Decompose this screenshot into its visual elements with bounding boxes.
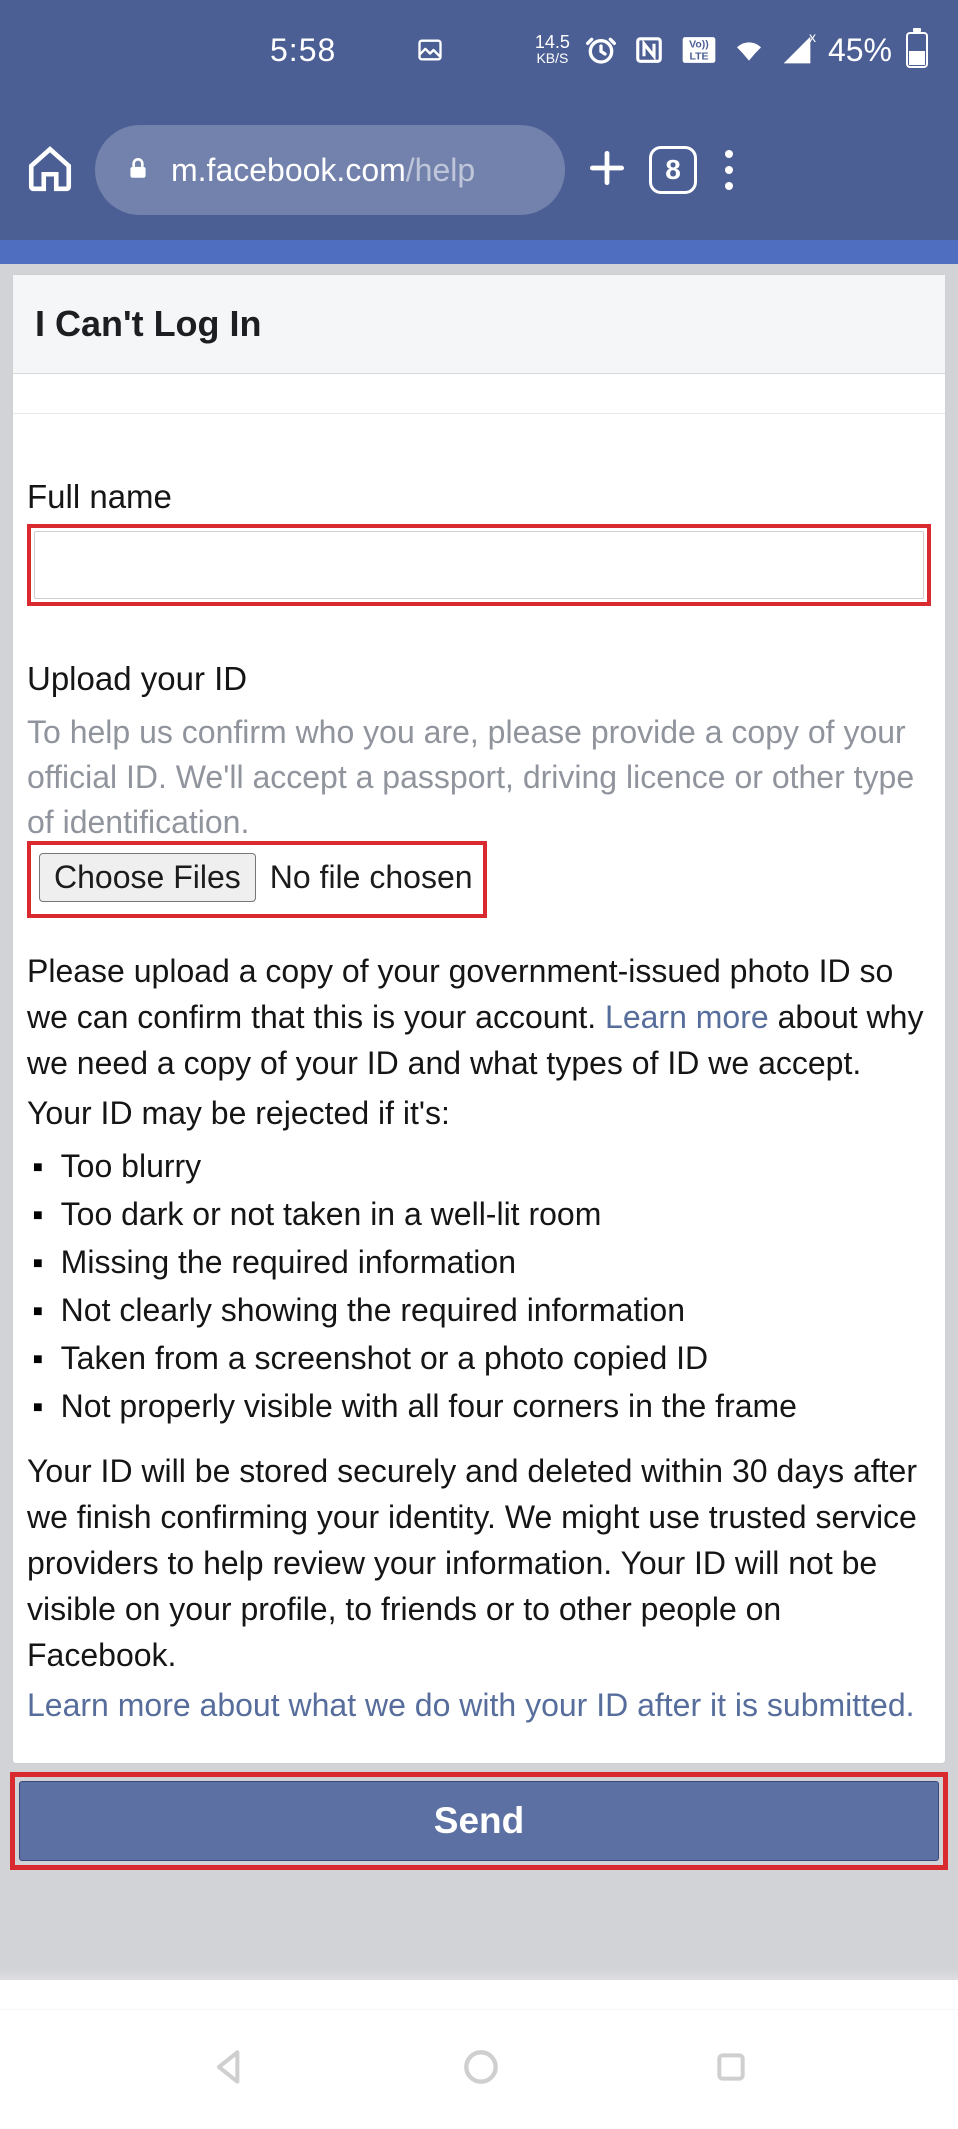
url-bar[interactable]: m.facebook.com/help xyxy=(95,125,565,215)
send-button[interactable]: Send xyxy=(19,1781,939,1861)
file-upload-highlight: Choose Files No file chosen xyxy=(27,841,487,918)
lock-icon xyxy=(125,152,151,189)
browser-toolbar: m.facebook.com/help 8 xyxy=(0,100,958,240)
list-item: Too dark or not taken in a well-lit room xyxy=(33,1190,931,1238)
menu-icon[interactable] xyxy=(717,150,741,190)
page-title: I Can't Log In xyxy=(13,275,945,374)
brand-strip xyxy=(0,240,958,264)
recents-icon[interactable] xyxy=(711,2047,751,2092)
full-name-label: Full name xyxy=(27,474,931,520)
url-text: m.facebook.com/help xyxy=(171,152,475,189)
send-highlight: Send xyxy=(10,1772,948,1870)
full-name-input[interactable] xyxy=(34,531,924,599)
home-icon[interactable] xyxy=(25,143,75,198)
home-nav-icon[interactable] xyxy=(459,2045,503,2094)
svg-text:LTE: LTE xyxy=(689,50,708,62)
network-speed: 14.5 KB/S xyxy=(535,34,570,66)
battery-percent: 45% xyxy=(828,32,892,69)
battery-icon xyxy=(906,32,928,68)
svg-text:Vo)): Vo)) xyxy=(689,39,709,51)
new-tab-icon[interactable] xyxy=(585,146,629,195)
list-item: Missing the required information xyxy=(33,1238,931,1286)
learn-more-link-2[interactable]: Learn more about what we do with your ID… xyxy=(27,1682,931,1728)
back-icon[interactable] xyxy=(208,2045,252,2094)
rejected-intro: Your ID may be rejected if it's: xyxy=(27,1090,931,1136)
signal-icon: x xyxy=(780,33,814,67)
storage-paragraph: Your ID will be stored securely and dele… xyxy=(27,1448,931,1678)
wifi-icon xyxy=(732,33,766,67)
full-name-highlight xyxy=(27,524,931,606)
list-item: Too blurry xyxy=(33,1142,931,1190)
list-item: Taken from a screenshot or a photo copie… xyxy=(33,1334,931,1382)
below-content xyxy=(0,1890,958,1980)
list-item: Not clearly showing the required informa… xyxy=(33,1286,931,1334)
alarm-icon xyxy=(584,33,618,67)
picture-icon xyxy=(413,33,447,67)
nfc-icon xyxy=(632,33,666,67)
upload-id-label: Upload your ID xyxy=(27,656,931,702)
android-nav-bar xyxy=(0,2009,958,2129)
upload-help-text: To help us confirm who you are, please p… xyxy=(27,710,931,844)
rejection-list: Too blurry Too dark or not taken in a we… xyxy=(27,1142,931,1430)
list-item: Not properly visible with all four corne… xyxy=(33,1382,931,1430)
tab-switcher[interactable]: 8 xyxy=(649,146,697,194)
learn-more-link-1[interactable]: Learn more xyxy=(605,999,769,1035)
file-status-text: No file chosen xyxy=(270,855,473,900)
form-card: I Can't Log In Full name Upload your ID … xyxy=(12,274,946,1764)
volte-icon: Vo))LTE xyxy=(680,33,718,67)
clock-time: 5:58 xyxy=(270,32,336,69)
instructions-paragraph: Please upload a copy of your government-… xyxy=(27,948,931,1086)
status-bar: 5:58 14.5 KB/S Vo))LTE x 45% xyxy=(0,0,958,100)
choose-files-button[interactable]: Choose Files xyxy=(39,853,256,902)
